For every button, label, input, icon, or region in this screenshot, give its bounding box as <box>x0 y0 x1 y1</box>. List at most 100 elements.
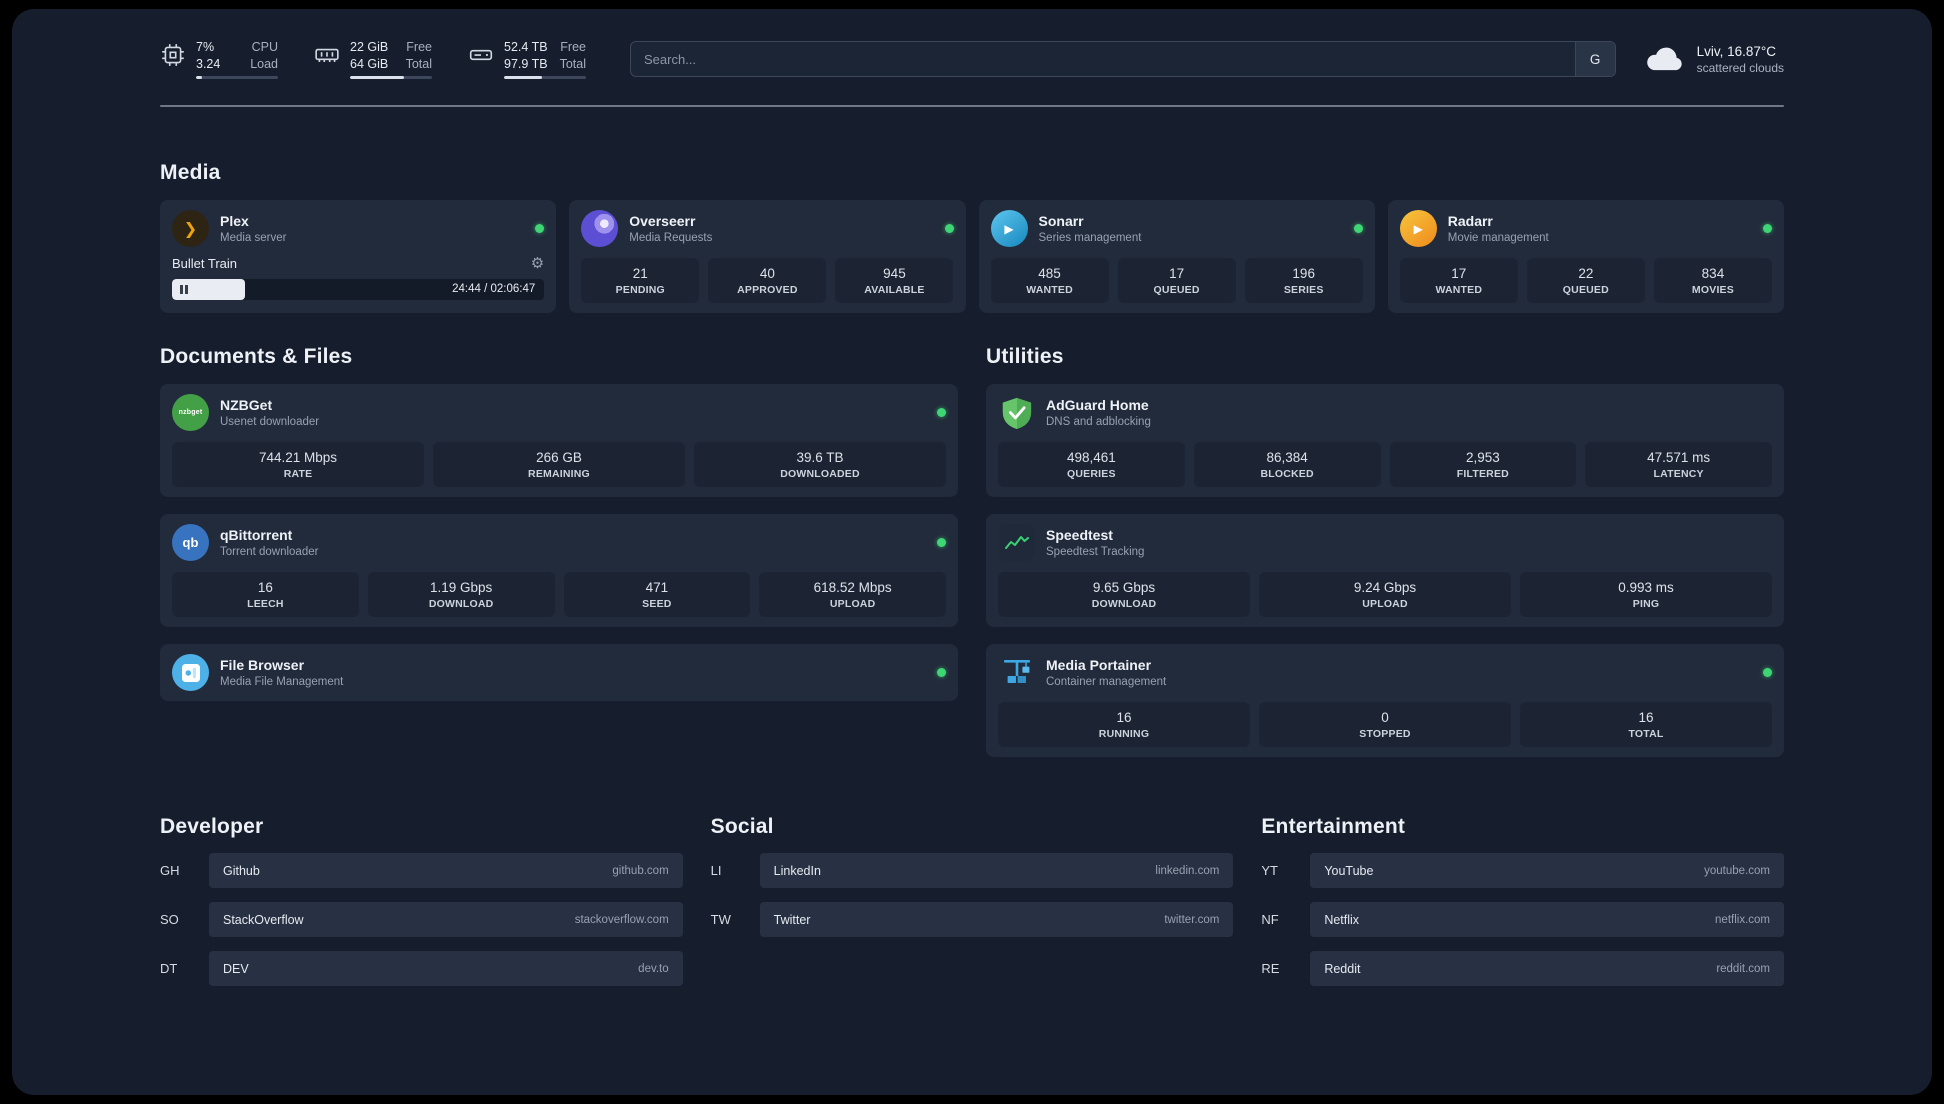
stat-value: 86,384 <box>1266 450 1308 465</box>
service-card-speedtest[interactable]: Speedtest Speedtest Tracking 9.65 Gbps DO… <box>986 514 1784 627</box>
bookmark-url: github.com <box>612 864 669 877</box>
now-playing-row: Bullet Train ⚙ <box>172 256 544 271</box>
disk-widget: 52.4 TB Free 97.9 TB Total <box>468 39 586 79</box>
stat-box: 16 TOTAL <box>1520 702 1772 747</box>
bookmark-url: netflix.com <box>1715 913 1770 926</box>
service-card-qbittorrent[interactable]: qb qBittorrent Torrent downloader 16 LEEC… <box>160 514 958 627</box>
service-header: qb qBittorrent Torrent downloader <box>172 524 946 561</box>
stat-value: 834 <box>1701 266 1725 281</box>
dashboard-root: 7% CPU 3.24 Load 22 GiB Free 64 GiB Total <box>12 9 1932 1095</box>
service-title: Media Portainer <box>1046 656 1152 673</box>
bookmark-name: LinkedIn <box>773 863 821 878</box>
stat-value: 471 <box>645 580 669 595</box>
stat-value: 1.19 Gbps <box>429 580 493 595</box>
stat-label: RUNNING <box>1098 728 1150 740</box>
stat-label: FILTERED <box>1456 468 1509 480</box>
service-card-filebrowser[interactable]: File Browser Media File Management <box>160 644 958 701</box>
bookmark-abbr: RE <box>1261 961 1280 976</box>
stat-label: APPROVED <box>737 284 798 296</box>
status-dot <box>937 408 946 417</box>
stat-value: 0 <box>1381 710 1389 725</box>
stat-box: 2,953 FILTERED <box>1389 442 1577 487</box>
service-card-sonarr[interactable]: ▶ Sonarr Series management 485 WANTED 17 Q… <box>978 200 1375 313</box>
service-header: ❯ Plex Media server <box>172 210 545 247</box>
stat-box: 498,461 QUERIES <box>998 442 1185 487</box>
gear-icon[interactable]: ⚙ <box>531 256 544 271</box>
playback-progress-bar[interactable]: 24:44 / 02:06:47 <box>172 279 545 300</box>
stat-label: QUEUED <box>1562 284 1609 296</box>
stat-box: 9.65 Gbps DOWNLOAD <box>998 572 1250 617</box>
bookmark-abbr: TW <box>710 912 731 927</box>
memory-total-label: Total <box>405 56 432 71</box>
bookmark-url: dev.to <box>638 962 669 975</box>
stat-box: 47.571 ms LATENCY <box>1585 442 1772 487</box>
radarr-icon: ▶ <box>1399 210 1437 247</box>
playback-time: 24:44 / 02:06:47 <box>452 283 536 295</box>
bookmark-link-youtube[interactable]: YouTube youtube.com <box>1310 853 1784 888</box>
stat-label: PENDING <box>615 284 665 296</box>
status-dot <box>535 224 545 233</box>
bookmark-row: TW Twitter twitter.com <box>711 902 1234 937</box>
stat-label: SEED <box>642 598 672 610</box>
stat-value: 485 <box>1038 266 1061 281</box>
cpu-load-label: Load <box>250 56 278 71</box>
service-subtitle: Media Requests <box>629 232 713 245</box>
topbar-divider <box>160 105 1784 107</box>
disk-icon <box>468 39 494 68</box>
stat-value: 17 <box>1169 266 1185 281</box>
service-subtitle: Series management <box>1038 232 1142 245</box>
stat-box: 21 PENDING <box>581 258 700 303</box>
bookmark-link-linkedin[interactable]: LinkedIn linkedin.com <box>759 853 1234 888</box>
section-heading-documents: Documents & Files <box>160 345 353 368</box>
search-bar: G <box>630 41 1616 77</box>
search-input[interactable] <box>631 42 1575 76</box>
bookmark-url: twitter.com <box>1164 913 1220 926</box>
service-card-radarr[interactable]: ▶ Radarr Movie management 17 WANTED 22 QUE… <box>1387 200 1784 313</box>
service-card-plex[interactable]: ❯ Plex Media server Bullet Train ⚙ 24:44… <box>160 200 557 313</box>
search-provider-button[interactable]: G <box>1574 42 1615 76</box>
bookmark-group-developer: Developer GH Github github.com SO StackO… <box>160 815 683 986</box>
service-card-adguard[interactable]: AdGuard Home DNS and adblocking 498,461 Q… <box>986 384 1784 497</box>
stat-box: 744.21 Mbps RATE <box>172 442 424 487</box>
bookmarks-area: Developer GH Github github.com SO StackO… <box>160 815 1784 1026</box>
cpu-progress-track <box>196 76 278 79</box>
stats-row: 17 WANTED 22 QUEUED 834 MOVIES <box>1399 247 1772 303</box>
cpu-icon <box>160 39 186 68</box>
qbittorrent-icon: qb <box>172 524 209 561</box>
bookmark-link-stackoverflow[interactable]: StackOverflow stackoverflow.com <box>209 902 683 937</box>
service-subtitle: Container management <box>1046 676 1167 689</box>
stat-label: REMAINING <box>528 468 590 480</box>
service-title: Overseerr <box>629 212 696 229</box>
bookmark-link-github[interactable]: Github github.com <box>209 853 683 888</box>
status-dot <box>1353 224 1363 233</box>
now-playing-title: Bullet Train <box>172 256 238 271</box>
service-card-nzbget[interactable]: nzbget NZBGet Usenet downloader 744.21 M… <box>160 384 958 497</box>
service-card-portainer[interactable]: Media Portainer Container management 16 R… <box>986 644 1784 757</box>
service-subtitle: DNS and adblocking <box>1046 416 1151 429</box>
service-card-overseerr[interactable]: Overseerr Media Requests 21 PENDING 40 APP… <box>569 200 966 313</box>
stat-box: 16 LEECH <box>172 572 359 617</box>
pause-icon[interactable] <box>180 285 188 294</box>
stat-box: 196 SERIES <box>1244 258 1363 303</box>
bookmark-group-social: Social LI LinkedIn linkedin.com TW Twitt… <box>711 815 1234 937</box>
stats-row: 16 LEECH 1.19 Gbps DOWNLOAD 471 SEED 618.52… <box>172 561 946 617</box>
bookmark-abbr: GH <box>160 863 180 878</box>
section-heading-media: Media <box>160 161 221 184</box>
bookmark-link-twitter[interactable]: Twitter twitter.com <box>759 902 1234 937</box>
section-heading-utilities: Utilities <box>986 345 1064 368</box>
stat-value: 2,953 <box>1465 450 1500 465</box>
cpu-progress-fill <box>196 76 202 79</box>
service-title: Plex <box>220 212 249 229</box>
service-header: File Browser Media File Management <box>172 654 946 691</box>
bookmark-link-dev[interactable]: DEV dev.to <box>209 951 683 986</box>
bookmark-name: Reddit <box>1324 961 1361 976</box>
section-heading-social: Social <box>710 815 774 838</box>
bookmark-link-reddit[interactable]: Reddit reddit.com <box>1310 951 1784 986</box>
service-title: Radarr <box>1447 212 1493 229</box>
stat-label: UPLOAD <box>1362 598 1408 610</box>
service-header: nzbget NZBGet Usenet downloader <box>172 394 946 431</box>
stats-row: 16 RUNNING 0 STOPPED 16 TOTAL <box>998 691 1772 747</box>
cpu-usage-label: CPU <box>251 40 278 54</box>
stat-box: 17 QUEUED <box>1117 258 1236 303</box>
bookmark-link-netflix[interactable]: Netflix netflix.com <box>1310 902 1784 937</box>
